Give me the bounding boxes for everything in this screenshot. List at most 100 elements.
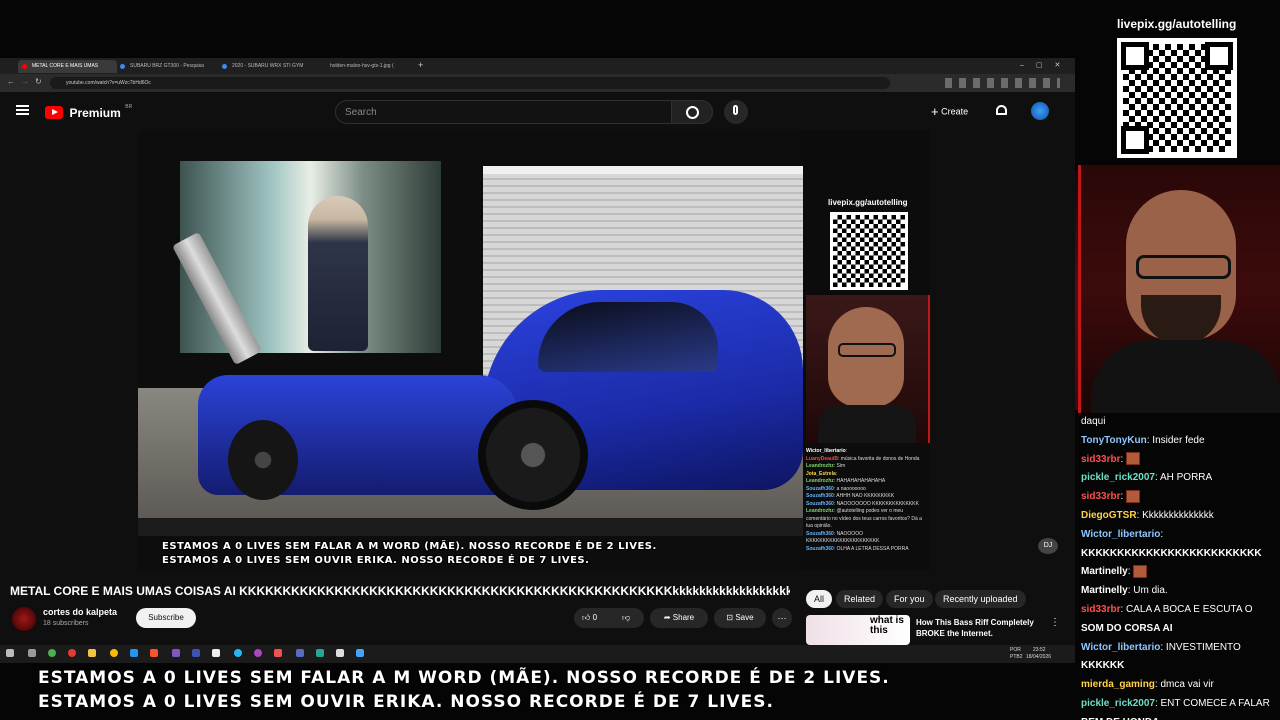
subscribe-button[interactable]: Subscribe	[136, 608, 196, 628]
tab-subaru-wrx[interactable]: 2020 - SUBARU WRX STI GYM	[218, 60, 318, 73]
chat-username[interactable]: pickle_rick2007	[1081, 698, 1155, 709]
chat-username[interactable]: mierda_gaming	[1081, 679, 1155, 690]
chat-text: : ENT COMECE A FALAR	[1154, 697, 1270, 709]
bookmark-icon: ⊡	[726, 613, 734, 622]
chat-username[interactable]: Wictor_libertario	[1081, 529, 1160, 540]
chat-message: TonyTonyKun: Insider fede	[1081, 432, 1280, 451]
inner-chat: Wictor_libertario: LuanyDeaulB: música fa…	[806, 448, 928, 570]
chat-username[interactable]: DiegoGTSR	[1081, 510, 1137, 521]
avatar[interactable]	[1031, 102, 1049, 120]
chat-username[interactable]: Martinelly	[1081, 566, 1128, 577]
chat-text: :	[1120, 453, 1124, 465]
inner-chat-username: Souzafh360	[806, 530, 834, 537]
task-view-icon[interactable]	[28, 649, 36, 657]
app-icon-9[interactable]	[274, 649, 282, 657]
url-field[interactable]: youtube.com/watch?v=uWzc7bHd6Oc	[50, 77, 890, 89]
new-tab-button[interactable]: +	[418, 60, 423, 70]
chat-message: KKKKKKKKKKKKKKKKKKKKKKKKK	[1081, 545, 1280, 564]
video-player[interactable]: livepix.gg/autotelling Wictor_libertario…	[138, 130, 930, 570]
inner-chat-text: : HAHAHAHAHAHAHA	[833, 478, 886, 484]
menu-icon[interactable]	[16, 105, 29, 115]
tray-lang[interactable]: POR	[1010, 647, 1021, 653]
chat-username[interactable]: sid33rbr	[1081, 491, 1120, 502]
chip-related[interactable]: Related	[836, 590, 884, 608]
channel-avatar[interactable]	[12, 607, 36, 631]
inner-chat-text: : Sim	[833, 463, 846, 469]
forward-icon[interactable]: →	[21, 77, 29, 86]
share-button[interactable]: ➦ Share	[650, 608, 708, 628]
chip-for-you[interactable]: For you	[886, 590, 933, 608]
inner-webcam	[806, 295, 930, 443]
tab-subaru-search[interactable]: SUBARU BRZ GT300 - Pesquisa	[116, 60, 216, 73]
blue-mustang-car	[198, 280, 808, 510]
voice-search-button[interactable]	[724, 100, 748, 124]
app-icon-5[interactable]	[192, 649, 200, 657]
chat-text: : Kkkkkkkkkkkkkk	[1136, 509, 1214, 521]
youtube-logo[interactable]: Premium BR	[45, 104, 132, 122]
start-icon[interactable]	[6, 649, 14, 657]
app-icon-2[interactable]	[68, 649, 76, 657]
channel-name[interactable]: cortes do kalpeta	[43, 607, 117, 617]
tab-holden-image[interactable]: holden-maloo-hsv-gts-1.jpg (	[316, 60, 416, 73]
inner-chat-username: Souzafh360	[806, 500, 834, 507]
chat-message: Wictor_libertario:	[1081, 526, 1280, 545]
inner-chat-username: Jota_Estrela	[806, 470, 836, 477]
app-icon-3[interactable]	[130, 649, 138, 657]
inner-chat-username: LuanyDeaulB	[806, 455, 838, 462]
like-count: 0	[592, 613, 598, 622]
chat-username[interactable]: Wictor_libertario	[1081, 642, 1160, 653]
chat-username[interactable]: pickle_rick2007	[1081, 472, 1155, 483]
tray-time[interactable]: 23:52	[1033, 647, 1046, 653]
more-actions-button[interactable]: ⋯	[772, 608, 792, 628]
chat-text: : CALA A BOCA E ESCUTA O	[1120, 603, 1253, 615]
chat-username[interactable]: sid33rbr	[1081, 604, 1120, 615]
chat-message: Wictor_libertario: INVESTIMENTO	[1081, 639, 1280, 658]
emote-icon	[1126, 490, 1141, 504]
brave-icon[interactable]	[150, 649, 158, 657]
like-button[interactable]: 👍︎ 0 👎︎	[574, 608, 644, 628]
streamer-beard	[1141, 295, 1221, 345]
create-button[interactable]: + Create	[931, 104, 968, 119]
chrome-icon[interactable]	[110, 649, 118, 657]
app-icon-11[interactable]	[316, 649, 324, 657]
app-icon-7[interactable]	[234, 649, 242, 657]
extensions-icons[interactable]	[945, 78, 1060, 88]
rec-more-icon[interactable]: ⋮	[1050, 617, 1060, 628]
chat-username[interactable]: Martinelly	[1081, 585, 1128, 596]
inner-chat-text: : a naooooooo	[833, 485, 866, 492]
app-icon-13[interactable]	[356, 649, 364, 657]
recommended-video[interactable]: what is this How This Bass Riff Complete…	[806, 615, 1064, 649]
window-controls[interactable]: –▢✕	[1020, 61, 1072, 69]
chat-username[interactable]: TonyTonyKun	[1081, 435, 1147, 446]
inner-chat-text: : NAOOOOOOO KKKKKKKKKKKKKK	[833, 500, 919, 507]
app-icon-4[interactable]	[172, 649, 180, 657]
app-icon-8[interactable]	[254, 649, 262, 657]
save-button[interactable]: ⊡ Save	[714, 608, 766, 628]
region-code: BR	[125, 104, 133, 110]
notifications-bell-icon[interactable]	[996, 105, 1007, 115]
tab-youtube[interactable]: METAL CORE E MAIS UMAS	[18, 60, 117, 73]
app-icon-6[interactable]	[212, 649, 220, 657]
inner-chat-message: Leandrozhz: @autotelling podes ver o meu…	[806, 508, 928, 531]
search-input[interactable]: Search	[335, 100, 672, 124]
logo-text: Premium	[69, 105, 121, 120]
app-icon-12[interactable]	[336, 649, 344, 657]
rec-title-1: How This Bass Riff Completely	[916, 618, 1034, 627]
inner-chat-username: Souzafh360	[806, 545, 834, 552]
tray-date[interactable]: 18/04/2026	[1026, 654, 1051, 660]
inner-chat-message: Souzafh360: OLHA A LETRA DESSA PORRA	[806, 546, 928, 554]
inner-chat-username: Leandrozhz	[806, 508, 834, 514]
chat-text: : dmca vai vir	[1154, 679, 1214, 691]
chat-username[interactable]: sid33rbr	[1081, 454, 1120, 465]
search-button[interactable]	[671, 100, 713, 124]
chat-message: pickle_rick2007: ENT COMECE A FALAR	[1081, 695, 1280, 714]
back-icon[interactable]: ←	[7, 77, 15, 86]
reload-icon[interactable]: ↻	[35, 77, 42, 86]
thumbs-down-icon[interactable]: 👎︎	[622, 608, 630, 628]
tray-lang2[interactable]: PTB2	[1010, 654, 1023, 660]
app-icon-10[interactable]	[296, 649, 304, 657]
folder-icon[interactable]	[88, 649, 96, 657]
app-icon-1[interactable]	[48, 649, 56, 657]
chip-all[interactable]: All	[806, 590, 833, 608]
chip-recently-uploaded[interactable]: Recently uploaded	[935, 590, 1026, 608]
